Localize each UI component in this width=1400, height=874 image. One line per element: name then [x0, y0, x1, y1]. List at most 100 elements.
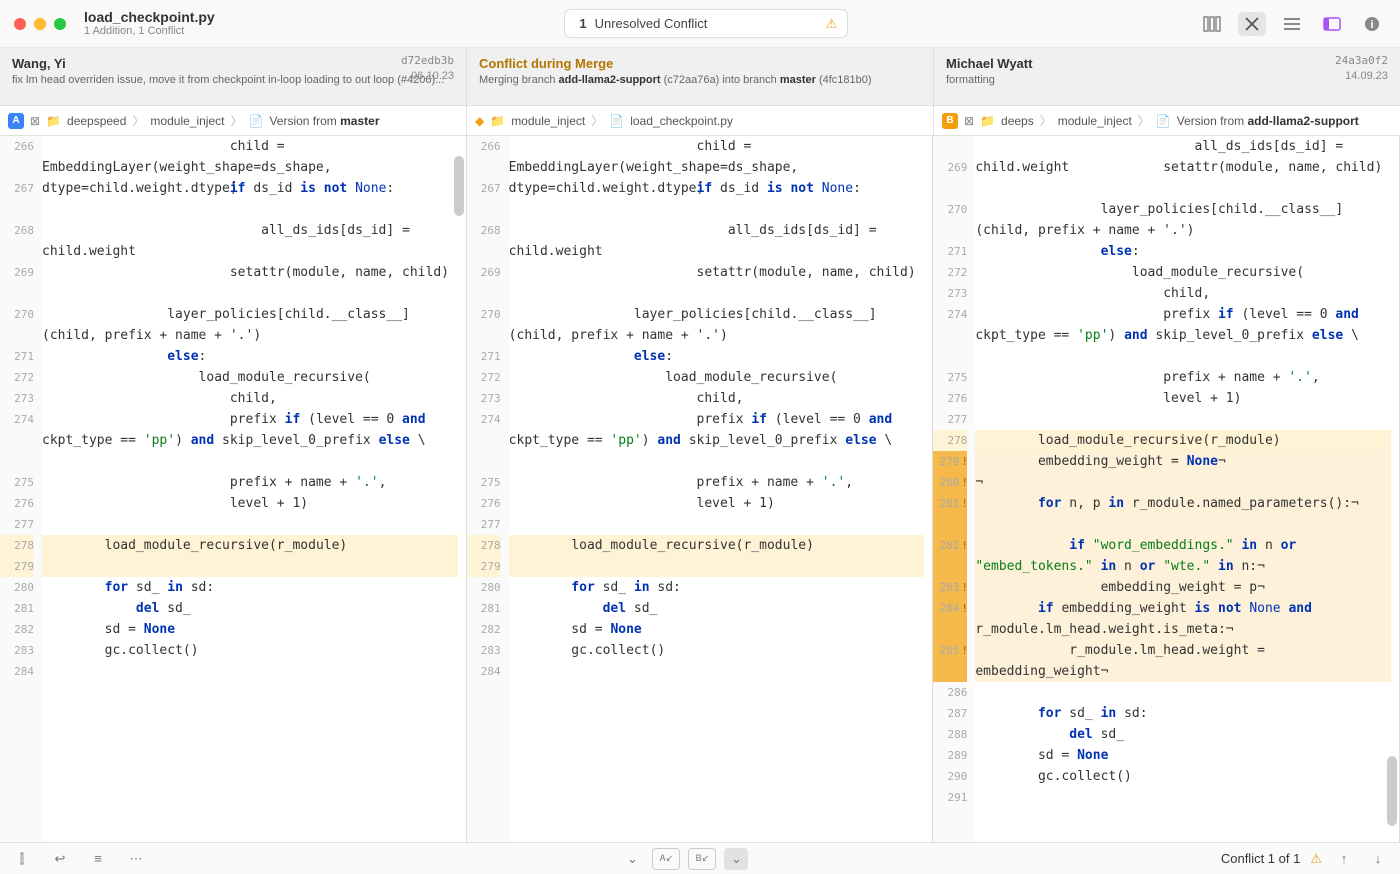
- code-line[interactable]: sd = None: [975, 745, 1391, 766]
- next-change-button[interactable]: ⌄: [724, 848, 748, 870]
- close-pane-b-icon[interactable]: ⊠: [964, 114, 974, 128]
- code-line[interactable]: load_module_recursive(r_module): [975, 430, 1391, 451]
- code-line[interactable]: prefix + name + '.',: [509, 472, 925, 493]
- code-line[interactable]: [42, 556, 458, 577]
- code-line[interactable]: [975, 409, 1391, 430]
- code-line[interactable]: load_module_recursive(r_module): [509, 535, 925, 556]
- code-line[interactable]: sd = None: [42, 619, 458, 640]
- code-line[interactable]: child,: [509, 388, 925, 409]
- code-line[interactable]: prefix if (level == 0 and ckpt_type == '…: [42, 409, 458, 472]
- code-line[interactable]: if embedding_weight is not None and r_mo…: [975, 598, 1391, 640]
- code-line[interactable]: del sd_: [509, 598, 925, 619]
- breadcrumb-center[interactable]: ◆ 📁 module_inject 〉 📄 load_checkpoint.py: [467, 106, 934, 135]
- code-line[interactable]: level + 1): [42, 493, 458, 514]
- code-line[interactable]: all_ds_ids[ds_id] = child.weight: [509, 220, 925, 262]
- code-line[interactable]: prefix if (level == 0 and ckpt_type == '…: [975, 304, 1391, 367]
- code-line[interactable]: prefix + name + '.',: [42, 472, 458, 493]
- conflict-status-pill[interactable]: 1 Unresolved Conflict ⚠: [564, 9, 848, 38]
- code-line[interactable]: load_module_recursive(: [975, 262, 1391, 283]
- code-line[interactable]: [509, 661, 925, 682]
- code-line[interactable]: del sd_: [975, 724, 1391, 745]
- code-line[interactable]: gc.collect(): [42, 640, 458, 661]
- view-merge-button[interactable]: [1238, 12, 1266, 36]
- code-line[interactable]: if "word_embeddings." in n or "embed_tok…: [975, 535, 1391, 577]
- code-line[interactable]: sd = None: [509, 619, 925, 640]
- close-pane-a-icon[interactable]: ⊠: [30, 114, 40, 128]
- code-line[interactable]: load_module_recursive(r_module): [42, 535, 458, 556]
- commit-right-date: 14.09.23: [1345, 70, 1388, 82]
- go-down-button[interactable]: ↓: [1366, 848, 1390, 870]
- line-number: 291: [933, 787, 967, 808]
- maximize-window-button[interactable]: [54, 18, 66, 30]
- conflict-counter: Conflict 1 of 1: [1221, 851, 1301, 866]
- close-window-button[interactable]: [14, 18, 26, 30]
- prev-change-button[interactable]: ⌄: [620, 848, 644, 870]
- code-line[interactable]: layer_policies[child.__class__](child, p…: [975, 199, 1391, 241]
- sidebar-toggle-button[interactable]: [1318, 12, 1346, 36]
- code-line[interactable]: else:: [975, 241, 1391, 262]
- code-line[interactable]: [975, 682, 1391, 703]
- go-up-button[interactable]: ↑: [1332, 848, 1356, 870]
- code-line[interactable]: [509, 556, 925, 577]
- code-line[interactable]: ¬: [975, 472, 1391, 493]
- breadcrumb-left[interactable]: A ⊠ 📁 deepspeed 〉 module_inject 〉 📄 Vers…: [0, 106, 467, 135]
- view-list-button[interactable]: [1278, 12, 1306, 36]
- code-line[interactable]: else:: [42, 346, 458, 367]
- code-line[interactable]: prefix + name + '.',: [975, 367, 1391, 388]
- code-line[interactable]: load_module_recursive(: [42, 367, 458, 388]
- code-line[interactable]: gc.collect(): [509, 640, 925, 661]
- code-line[interactable]: for n, p in r_module.named_parameters():…: [975, 493, 1391, 535]
- code-line[interactable]: gc.collect(): [975, 766, 1391, 787]
- wrap-button[interactable]: ↩: [48, 848, 72, 870]
- code-line[interactable]: [42, 661, 458, 682]
- code-line[interactable]: prefix if (level == 0 and ckpt_type == '…: [509, 409, 925, 472]
- commit-info-row: Wang, Yi fix lm head overriden issue, mo…: [0, 48, 1400, 106]
- breadcrumb-right[interactable]: B ⊠ 📁 deeps 〉 module_inject 〉 📄 Version …: [934, 106, 1400, 135]
- code-line[interactable]: embedding_weight = None¬: [975, 451, 1391, 472]
- code-line[interactable]: child,: [975, 283, 1391, 304]
- code-line[interactable]: level + 1): [975, 388, 1391, 409]
- scrollbar-b[interactable]: [1387, 136, 1397, 842]
- code-line[interactable]: level + 1): [509, 493, 925, 514]
- code-line[interactable]: if ds_id is not None:: [509, 178, 925, 220]
- pane-b[interactable]: 269270271272273274275276277278279!280!28…: [933, 136, 1400, 842]
- line-number: 276: [933, 388, 967, 409]
- code-line[interactable]: r_module.lm_head.weight = embedding_weig…: [975, 640, 1391, 682]
- code-line[interactable]: setattr(module, name, child): [42, 262, 458, 304]
- pane-merged[interactable]: 2662672682692702712722732742752762772782…: [467, 136, 934, 842]
- take-b-button[interactable]: B↙: [688, 848, 716, 870]
- scrollbar-a[interactable]: [454, 136, 464, 842]
- code-line[interactable]: load_module_recursive(: [509, 367, 925, 388]
- line-numbers-button[interactable]: ≡: [86, 848, 110, 870]
- code-line[interactable]: all_ds_ids[ds_id] = child.weight: [42, 220, 458, 262]
- code-line[interactable]: [975, 787, 1391, 808]
- titlebar: load_checkpoint.py 1 Addition, 1 Conflic…: [0, 0, 1400, 48]
- code-line[interactable]: [509, 514, 925, 535]
- file-subtitle: 1 Addition, 1 Conflict: [84, 25, 215, 38]
- line-number: 288: [933, 724, 967, 745]
- code-line[interactable]: [42, 514, 458, 535]
- whitespace-button[interactable]: ⋯: [124, 848, 148, 870]
- code-line[interactable]: for sd_ in sd:: [509, 577, 925, 598]
- code-line[interactable]: child = EmbeddingLayer(weight_shape=ds_s…: [42, 136, 458, 178]
- filter-button[interactable]: ⫿: [10, 848, 34, 870]
- line-number: 272: [0, 367, 34, 388]
- pane-a[interactable]: 2662672682692702712722732742752762772782…: [0, 136, 467, 842]
- code-line[interactable]: child,: [42, 388, 458, 409]
- code-line[interactable]: setattr(module, name, child): [975, 157, 1391, 199]
- take-a-button[interactable]: A↙: [652, 848, 680, 870]
- minimize-window-button[interactable]: [34, 18, 46, 30]
- code-line[interactable]: else:: [509, 346, 925, 367]
- code-line[interactable]: child = EmbeddingLayer(weight_shape=ds_s…: [509, 136, 925, 178]
- info-button[interactable]: i: [1358, 12, 1386, 36]
- code-line[interactable]: setattr(module, name, child): [509, 262, 925, 304]
- code-line[interactable]: layer_policies[child.__class__](child, p…: [509, 304, 925, 346]
- code-line[interactable]: all_ds_ids[ds_id] = child.weight: [975, 136, 1391, 157]
- code-line[interactable]: layer_policies[child.__class__](child, p…: [42, 304, 458, 346]
- view-columns-button[interactable]: [1198, 12, 1226, 36]
- code-line[interactable]: del sd_: [42, 598, 458, 619]
- code-line[interactable]: for sd_ in sd:: [42, 577, 458, 598]
- code-line[interactable]: for sd_ in sd:: [975, 703, 1391, 724]
- code-line[interactable]: if ds_id is not None:: [42, 178, 458, 220]
- code-line[interactable]: embedding_weight = p¬: [975, 577, 1391, 598]
